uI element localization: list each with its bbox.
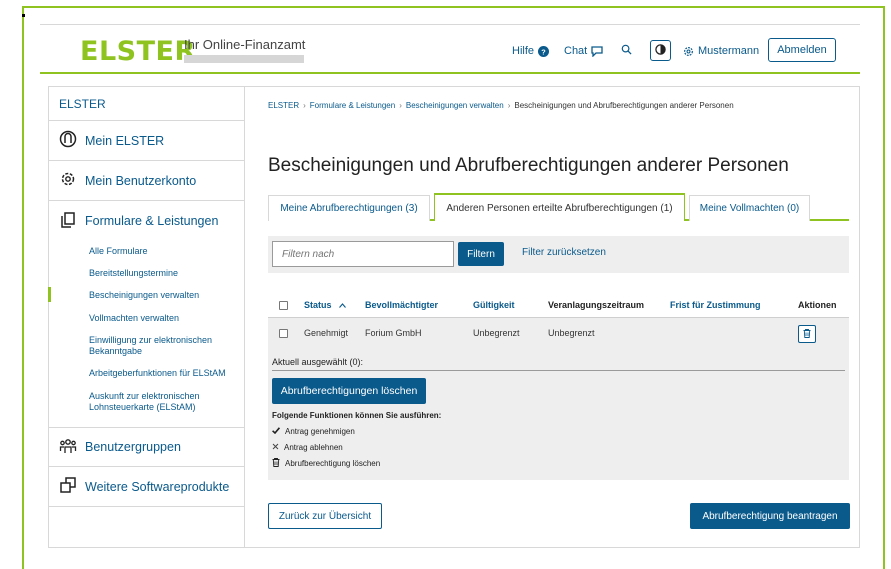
search-icon[interactable] — [621, 44, 632, 55]
tab-meine-abrufberechtigungen[interactable]: Meine Abrufberechtigungen (3) — [268, 195, 430, 221]
chevron-right-icon: › — [399, 101, 402, 110]
chat-label: Chat — [564, 45, 588, 57]
main-panel: ELSTER › Formulare & Leistungen › Besche… — [246, 87, 859, 547]
help-link[interactable]: Hilfe ? — [512, 45, 550, 57]
gear-icon — [59, 170, 77, 191]
active-indicator — [48, 287, 51, 302]
corner-dot — [22, 14, 25, 17]
user-account-link[interactable]: Mustermann — [683, 45, 759, 57]
software-icon — [59, 476, 77, 497]
function-label: Antrag ablehnen — [284, 443, 343, 452]
tab-meine-vollmachten[interactable]: Meine Vollmachten (0) — [689, 195, 810, 221]
functions-title: Folgende Funktionen können Sie ausführen… — [272, 411, 442, 420]
row-delete-button[interactable] — [798, 325, 816, 343]
chat-link[interactable]: Chat — [564, 45, 603, 57]
sidebar-subitem-alle-formulare[interactable]: Alle Formulare — [89, 246, 239, 257]
sidebar-item-label: Mein Benutzerkonto — [85, 173, 197, 188]
tab-bar: Meine Abrufberechtigungen (3) Anderen Pe… — [268, 193, 849, 221]
sidebar-item-label: Formulare & Leistungen — [85, 214, 219, 228]
function-delete: Abrufberechtigung löschen — [272, 458, 380, 469]
header: ELSTER Ihr Online-Finanzamt Hilfe ? Chat… — [40, 28, 860, 74]
function-label: Antrag genehmigen — [285, 427, 355, 436]
breadcrumb-formulare[interactable]: Formulare & Leistungen — [310, 101, 395, 110]
breadcrumb-elster[interactable]: ELSTER — [268, 101, 299, 110]
x-icon — [272, 443, 279, 452]
user-gear-icon — [683, 46, 694, 57]
permissions-table: Status Bevollmächtigter Gültigkeit Veran… — [268, 290, 849, 480]
logo-tagline: Ihr Online-Finanzamt — [184, 37, 306, 52]
svg-text:?: ? — [541, 47, 546, 56]
chat-icon — [591, 45, 603, 57]
column-bevollmaechtigter[interactable]: Bevollmächtigter — [365, 300, 438, 310]
selection-divider — [272, 370, 845, 371]
trash-icon — [803, 325, 811, 343]
logo-tagline-bar — [184, 55, 304, 63]
breadcrumb: ELSTER › Formulare & Leistungen › Besche… — [268, 101, 734, 110]
logout-button[interactable]: Abmelden — [768, 38, 836, 62]
sidebar-subitem-vollmachten[interactable]: Vollmachten verwalten — [89, 313, 239, 324]
user-name: Mustermann — [698, 45, 760, 57]
user-group-icon — [59, 437, 77, 458]
breadcrumb-bescheinigungen[interactable]: Bescheinigungen verwalten — [406, 101, 504, 110]
sidebar-item-label: Weitere Softwareprodukte — [85, 479, 230, 494]
help-icon: ? — [538, 45, 550, 57]
row-zeitraum: Unbegrenzt — [548, 328, 595, 338]
help-label: Hilfe — [512, 45, 535, 57]
sidebar-item-mein-elster[interactable]: Mein ELSTER — [49, 121, 245, 161]
sidebar-item-label: Benutzergruppen — [85, 440, 181, 454]
copy-documents-icon — [59, 211, 77, 232]
contrast-icon — [655, 42, 666, 60]
row-status: Genehmigt — [304, 328, 349, 338]
sidebar-subitem-einwilligung[interactable]: Einwilligung zur elektronischen Bekanntg… — [89, 335, 239, 357]
back-to-overview-button[interactable]: Zurück zur Übersicht — [268, 503, 382, 529]
filter-reset-link[interactable]: Filter zurücksetzen — [522, 247, 606, 258]
check-icon — [272, 427, 281, 436]
filter-input[interactable] — [272, 241, 454, 267]
function-label: Abrufberechtigung löschen — [285, 459, 381, 468]
sidebar-title[interactable]: ELSTER — [49, 87, 244, 121]
contrast-toggle-button[interactable] — [650, 40, 671, 61]
delete-permissions-button[interactable]: Abrufberechtigungen löschen — [272, 378, 426, 404]
filter-bar: Filtern Filter zurücksetzen — [268, 236, 849, 273]
chevron-right-icon: › — [507, 101, 511, 110]
sidebar-item-benutzergruppen[interactable]: Benutzergruppen — [49, 427, 245, 467]
sidebar-item-label: Mein ELSTER — [85, 133, 165, 148]
select-all-checkbox[interactable] — [279, 301, 288, 310]
column-status-label: Status — [304, 300, 332, 310]
sidebar-subitem-bescheinigungen[interactable]: Bescheinigungen verwalten — [89, 290, 239, 301]
function-reject: Antrag ablehnen — [272, 443, 343, 452]
sidebar-item-formulare[interactable]: Formulare & Leistungen — [49, 201, 245, 241]
trash-icon — [272, 458, 280, 469]
table-row: Genehmigt Forium GmbH Unbegrenzt Unbegre… — [268, 318, 849, 350]
table-header: Status Bevollmächtigter Gültigkeit Veran… — [268, 290, 849, 318]
content-area: ELSTER Mein ELSTER Mein Benutzerkonto Fo… — [48, 86, 860, 548]
chevron-right-icon: › — [303, 101, 306, 110]
column-status[interactable]: Status — [304, 300, 346, 310]
request-permission-button[interactable]: Abrufberechtigung beantragen — [690, 503, 850, 529]
page-title: Bescheinigungen und Abrufberechtigungen … — [268, 155, 789, 176]
column-frist[interactable]: Frist für Zustimmung — [670, 300, 761, 310]
column-veranlagungszeitraum: Veranlagungszeitraum — [548, 300, 645, 310]
sidebar-subitem-auskunft-elstam[interactable]: Auskunft zur elektronischen Lohnsteuerka… — [89, 391, 239, 413]
sidebar-item-softwareprodukte[interactable]: Weitere Softwareprodukte — [49, 467, 245, 507]
breadcrumb-current: Bescheinigungen und Abrufberechtigungen … — [514, 101, 734, 110]
row-checkbox[interactable] — [279, 329, 288, 338]
sort-ascending-icon — [339, 300, 346, 310]
column-aktionen: Aktionen — [798, 300, 837, 310]
row-gueltigkeit: Unbegrenzt — [473, 328, 520, 338]
sidebar-subitem-arbeitgeberfunktionen[interactable]: Arbeitgeberfunktionen für ELStAM — [89, 368, 239, 379]
top-divider — [40, 24, 860, 25]
elster-logo[interactable]: ELSTER — [80, 36, 196, 67]
row-bevollmaechtigter: Forium GmbH — [365, 328, 422, 338]
function-approve: Antrag genehmigen — [272, 427, 355, 436]
sidebar-subitem-bereitstellungstermine[interactable]: Bereitstellungstermine — [89, 268, 239, 279]
sidebar: ELSTER Mein ELSTER Mein Benutzerkonto Fo… — [48, 87, 245, 547]
column-gueltigkeit[interactable]: Gültigkeit — [473, 300, 515, 310]
sidebar-item-benutzerkonto[interactable]: Mein Benutzerkonto — [49, 161, 245, 201]
elster-circle-icon — [59, 130, 77, 151]
filter-button[interactable]: Filtern — [458, 242, 504, 266]
tab-erteilte-abrufberechtigungen[interactable]: Anderen Personen erteilte Abrufberechtig… — [434, 193, 685, 221]
selection-count: Aktuell ausgewählt (0): — [272, 357, 364, 367]
